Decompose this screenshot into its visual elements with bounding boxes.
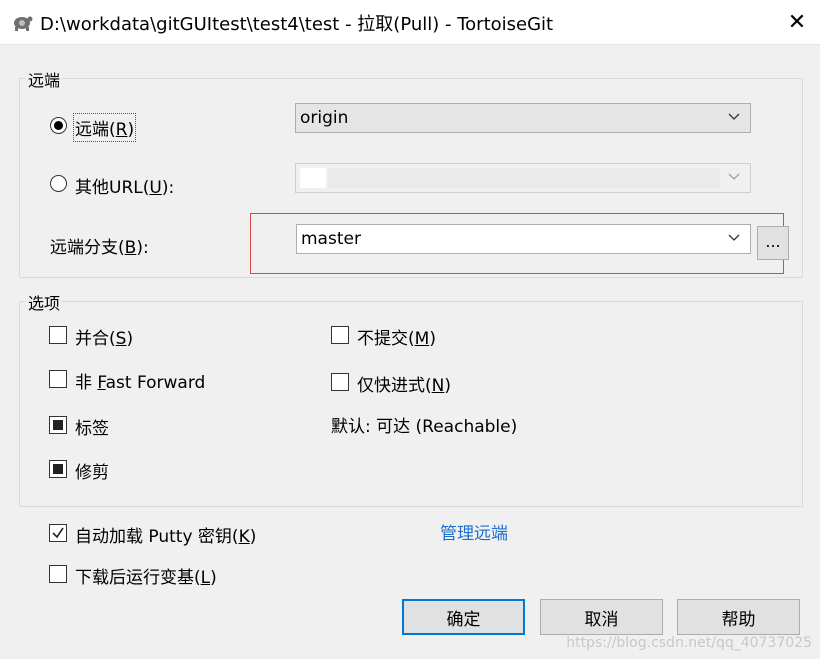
help-button[interactable]: 帮助 (677, 599, 800, 635)
no-ff-label[interactable]: 非 Fast Forward (75, 368, 205, 393)
radio-dot (54, 121, 63, 130)
manage-remotes-link[interactable]: 管理远端 (440, 519, 508, 544)
default-reachable-text: 默认: 可达 (Reachable) (331, 417, 518, 437)
remote-group-label: 远端 (26, 67, 63, 91)
chevron-down-icon (728, 173, 740, 180)
close-button[interactable]: ✕ (774, 0, 820, 44)
no-ff-checkbox[interactable] (49, 370, 67, 388)
other-url-radio-label[interactable]: 其他URL(U): (75, 173, 174, 198)
no-commit-label[interactable]: 不提交(M) (357, 324, 436, 349)
watermark: https://blog.csdn.net/qq_40737025 (566, 635, 812, 651)
other-url-field-inner (328, 168, 720, 188)
options-group-label: 选项 (26, 290, 63, 314)
title-bar: D:\workdata\gitGUItest\test4\test - 拉取(P… (0, 0, 820, 45)
other-url-field (300, 168, 326, 188)
ff-only-label[interactable]: 仅快进式(N) (357, 371, 451, 396)
tortoisegit-icon (14, 16, 33, 31)
remote-select-value: origin (300, 108, 349, 128)
cancel-button[interactable]: 取消 (540, 599, 663, 635)
ok-button[interactable]: 确定 (402, 599, 525, 635)
chevron-down-icon (728, 234, 740, 241)
remote-branch-label: 远端分支(B): (50, 238, 149, 258)
autoload-putty-checkbox[interactable] (49, 524, 67, 542)
ff-only-checkbox[interactable] (331, 373, 349, 391)
remote-select[interactable]: origin (295, 103, 751, 133)
prune-label[interactable]: 修剪 (75, 458, 109, 483)
remote-branch-select[interactable]: master (296, 224, 751, 254)
remote-radio-label[interactable]: 远端(R) (72, 113, 137, 142)
autoload-putty-label[interactable]: 自动加载 Putty 密钥(K) (75, 522, 256, 547)
no-commit-checkbox[interactable] (331, 326, 349, 344)
merge-label[interactable]: 并合(S) (75, 324, 133, 349)
other-url-select (295, 163, 751, 193)
remote-branch-value: master (301, 229, 361, 249)
indeterminate-mark (53, 464, 63, 474)
tags-label[interactable]: 标签 (75, 414, 109, 439)
prune-checkbox[interactable] (49, 460, 67, 478)
close-icon: ✕ (787, 9, 807, 35)
other-url-radio[interactable] (50, 175, 67, 192)
merge-checkbox[interactable] (49, 326, 67, 344)
checkmark-icon (52, 527, 64, 539)
indeterminate-mark (53, 420, 63, 430)
rebase-after-checkbox[interactable] (49, 565, 67, 583)
remote-radio[interactable] (50, 117, 67, 134)
rebase-after-label[interactable]: 下载后运行变基(L) (75, 563, 217, 588)
chevron-down-icon (728, 113, 740, 120)
window-title: D:\workdata\gitGUItest\test4\test - 拉取(P… (40, 14, 554, 35)
tags-checkbox[interactable] (49, 416, 67, 434)
browse-branch-button[interactable]: ... (757, 226, 789, 260)
